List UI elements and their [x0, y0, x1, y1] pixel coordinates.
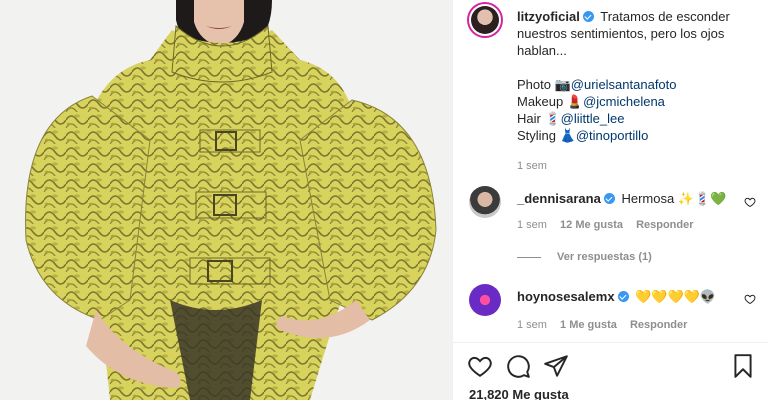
caption-timestamp: 1 sem	[517, 160, 547, 172]
comment-text: 💛💛💛💛👽	[635, 289, 717, 304]
commenter-username[interactable]: hoynosesalemx	[517, 289, 615, 304]
mention-link[interactable]: @liittle_lee	[561, 111, 625, 126]
comment-timestamp: 1 sem	[517, 319, 547, 331]
credit-photo: Photo 📷@urielsantanafoto	[517, 77, 677, 92]
comment-timestamp: 1 sem	[517, 219, 547, 231]
commenter-username[interactable]: _dennisarana	[517, 191, 601, 206]
reply-button[interactable]: Responder	[636, 219, 693, 231]
mention-link[interactable]: @jcmichelena	[583, 94, 665, 109]
commenter-avatar[interactable]	[469, 186, 501, 218]
commenter-avatar[interactable]	[469, 284, 501, 316]
verified-badge-icon	[582, 11, 594, 22]
credit-makeup: Makeup 💄@jcmichelena	[517, 94, 665, 109]
author-avatar[interactable]	[467, 2, 503, 38]
credit-styling: Styling 👗@tinoportillo	[517, 128, 649, 143]
fashion-photo-illustration	[0, 0, 452, 400]
verified-badge-icon	[617, 291, 629, 302]
author-username[interactable]: litzyoficial	[517, 9, 580, 24]
likes-count[interactable]: 21,820 Me gusta	[469, 387, 569, 400]
post-photo[interactable]	[0, 0, 452, 400]
verified-badge-icon	[603, 193, 615, 204]
comment-likes[interactable]: 12 Me gusta	[560, 219, 623, 231]
post-caption: litzyoficial Tratamos de esconder nuestr…	[467, 2, 756, 174]
mention-link[interactable]: @urielsantanafoto	[571, 77, 677, 92]
heart-icon[interactable]	[467, 353, 493, 379]
comments-panel: litzyoficial Tratamos de esconder nuestr…	[452, 0, 768, 400]
comment-item: _dennisarana Hermosa ✨💈💚 1 sem 12 Me gus…	[469, 186, 756, 246]
bookmark-icon[interactable]	[730, 353, 756, 379]
comment-icon[interactable]	[505, 353, 531, 379]
reply-button[interactable]: Responder	[630, 319, 687, 331]
comment-heart-icon[interactable]	[744, 293, 756, 305]
paper-plane-icon[interactable]	[543, 353, 569, 379]
view-replies-button[interactable]: Ver respuestas (1)	[517, 251, 652, 263]
mention-link[interactable]: @tinoportillo	[576, 128, 648, 143]
comment-item: hoynosesalemx 💛💛💛💛👽 1 sem 1 Me gusta Res…	[469, 284, 756, 334]
comment-heart-icon[interactable]	[744, 196, 756, 208]
post-action-bar: 21,820 Me gusta	[453, 342, 768, 400]
comment-likes[interactable]: 1 Me gusta	[560, 319, 617, 331]
comment-text: Hermosa ✨💈💚	[621, 191, 727, 206]
credit-hair: Hair 💈@liittle_lee	[517, 111, 625, 126]
